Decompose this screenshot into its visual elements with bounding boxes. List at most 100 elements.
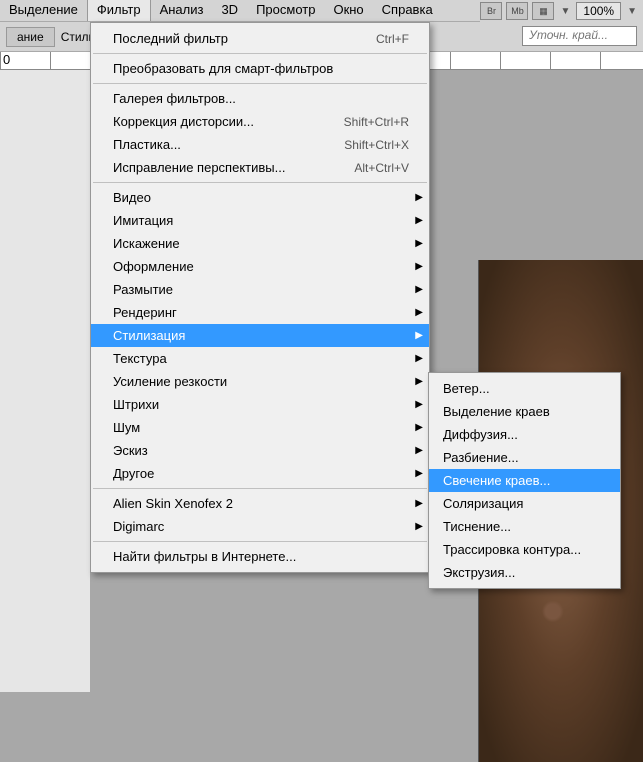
chevron-down-icon[interactable]: ▼: [558, 6, 572, 17]
menuitem-label: Digimarc: [113, 519, 164, 534]
menu-3d[interactable]: 3D: [212, 0, 247, 21]
ruler-tick: [500, 52, 550, 69]
submenu-arrow-icon: ▶: [415, 422, 423, 433]
menuitem-pixelate[interactable]: Оформление ▶: [91, 255, 429, 278]
menuitem-label: Alien Skin Xenofex 2: [113, 496, 233, 511]
submenuitem-tiles[interactable]: Разбиение...: [429, 446, 620, 469]
submenu-arrow-icon: ▶: [415, 215, 423, 226]
submenuitem-wind[interactable]: Ветер...: [429, 377, 620, 400]
submenuitem-find-edges[interactable]: Выделение краев: [429, 400, 620, 423]
menuitem-label: Штрихи: [113, 397, 159, 412]
submenu-arrow-icon: ▶: [415, 192, 423, 203]
menuitem-label: Шум: [113, 420, 140, 435]
menuitem-sketch[interactable]: Эскиз ▶: [91, 439, 429, 462]
submenu-arrow-icon: ▶: [415, 498, 423, 509]
menuitem-label: Галерея фильтров...: [113, 91, 236, 106]
filter-dropdown: Последний фильтр Ctrl+F Преобразовать дл…: [90, 22, 430, 573]
stylize-submenu: Ветер... Выделение краев Диффузия... Раз…: [428, 372, 621, 589]
mb-icon[interactable]: Mb: [506, 2, 528, 20]
separator: [93, 83, 427, 84]
ruler-tick: [550, 52, 600, 69]
zoom-level[interactable]: 100%: [576, 2, 621, 20]
menuitem-render[interactable]: Рендеринг ▶: [91, 301, 429, 324]
menu-analysis[interactable]: Анализ: [151, 0, 213, 21]
submenu-arrow-icon: ▶: [415, 399, 423, 410]
bridge-icon[interactable]: Br: [480, 2, 502, 20]
menuitem-label: Пластика...: [113, 137, 181, 152]
menu-help[interactable]: Справка: [373, 0, 442, 21]
menuitem-label: Размытие: [113, 282, 173, 297]
menuitem-lens-correction[interactable]: Коррекция дисторсии... Shift+Ctrl+R: [91, 110, 429, 133]
menuitem-label: Видео: [113, 190, 151, 205]
menuitem-shortcut: Ctrl+F: [376, 32, 409, 46]
refine-edge-input[interactable]: Уточн. край...: [522, 26, 637, 46]
menuitem-shortcut: Shift+Ctrl+X: [344, 138, 409, 152]
menuitem-distort[interactable]: Искажение ▶: [91, 232, 429, 255]
ruler-tick: 0: [0, 52, 50, 69]
menuitem-label: Усиление резкости: [113, 374, 227, 389]
menuitem-label: Имитация: [113, 213, 173, 228]
separator: [93, 541, 427, 542]
menuitem-shortcut: Alt+Ctrl+V: [354, 161, 409, 175]
ruler-tick: [600, 52, 643, 69]
document-background: [0, 70, 90, 692]
submenuitem-extrude[interactable]: Экструзия...: [429, 561, 620, 584]
submenu-arrow-icon: ▶: [415, 330, 423, 341]
menuitem-filter-gallery[interactable]: Галерея фильтров...: [91, 87, 429, 110]
menuitem-label: Стилизация: [113, 328, 185, 343]
screen-mode-icon[interactable]: ▦: [532, 2, 554, 20]
menuitem-label: Искажение: [113, 236, 180, 251]
zoom-chevron-icon[interactable]: ▼: [625, 6, 639, 17]
menu-filter[interactable]: Фильтр: [87, 0, 151, 21]
submenu-arrow-icon: ▶: [415, 284, 423, 295]
menuitem-artistic[interactable]: Имитация ▶: [91, 209, 429, 232]
menuitem-label: Исправление перспективы...: [113, 160, 285, 175]
menuitem-xenofex[interactable]: Alien Skin Xenofex 2 ▶: [91, 492, 429, 515]
menuitem-label: Другое: [113, 466, 154, 481]
tool-tab[interactable]: ание: [6, 27, 55, 47]
submenuitem-emboss[interactable]: Тиснение...: [429, 515, 620, 538]
menuitem-convert-smart[interactable]: Преобразовать для смарт-фильтров: [91, 57, 429, 80]
menuitem-noise[interactable]: Шум ▶: [91, 416, 429, 439]
submenu-arrow-icon: ▶: [415, 238, 423, 249]
submenu-arrow-icon: ▶: [415, 353, 423, 364]
menuitem-browse-online[interactable]: Найти фильтры в Интернете...: [91, 545, 429, 568]
submenu-arrow-icon: ▶: [415, 521, 423, 532]
ruler-tick: [450, 52, 500, 69]
menu-view[interactable]: Просмотр: [247, 0, 324, 21]
menuitem-label: Найти фильтры в Интернете...: [113, 549, 296, 564]
toolbar-right: Br Mb ▦ ▼ 100% ▼: [480, 0, 643, 22]
menuitem-label: Последний фильтр: [113, 31, 228, 46]
submenuitem-solarize[interactable]: Соляризация: [429, 492, 620, 515]
menuitem-label: Текстура: [113, 351, 167, 366]
submenu-arrow-icon: ▶: [415, 307, 423, 318]
menuitem-texture[interactable]: Текстура ▶: [91, 347, 429, 370]
menuitem-digimarc[interactable]: Digimarc ▶: [91, 515, 429, 538]
menuitem-label: Рендеринг: [113, 305, 177, 320]
menuitem-liquify[interactable]: Пластика... Shift+Ctrl+X: [91, 133, 429, 156]
menuitem-label: Преобразовать для смарт-фильтров: [113, 61, 333, 76]
menuitem-blur[interactable]: Размытие ▶: [91, 278, 429, 301]
submenuitem-glowing-edges[interactable]: Свечение краев...: [429, 469, 620, 492]
submenu-arrow-icon: ▶: [415, 376, 423, 387]
separator: [93, 488, 427, 489]
submenu-arrow-icon: ▶: [415, 445, 423, 456]
menuitem-vanishing-point[interactable]: Исправление перспективы... Alt+Ctrl+V: [91, 156, 429, 179]
separator: [93, 182, 427, 183]
submenu-arrow-icon: ▶: [415, 261, 423, 272]
menuitem-shortcut: Shift+Ctrl+R: [344, 115, 409, 129]
menuitem-label: Эскиз: [113, 443, 148, 458]
submenu-arrow-icon: ▶: [415, 468, 423, 479]
submenuitem-trace-contour[interactable]: Трассировка контура...: [429, 538, 620, 561]
menuitem-sharpen[interactable]: Усиление резкости ▶: [91, 370, 429, 393]
menuitem-stylize[interactable]: Стилизация ▶: [91, 324, 429, 347]
menuitem-label: Коррекция дисторсии...: [113, 114, 254, 129]
menuitem-last-filter[interactable]: Последний фильтр Ctrl+F: [91, 27, 429, 50]
menu-selection[interactable]: Выделение: [0, 0, 87, 21]
menuitem-other[interactable]: Другое ▶: [91, 462, 429, 485]
menuitem-video[interactable]: Видео ▶: [91, 186, 429, 209]
submenuitem-diffuse[interactable]: Диффузия...: [429, 423, 620, 446]
menu-window[interactable]: Окно: [324, 0, 372, 21]
menuitem-brush-strokes[interactable]: Штрихи ▶: [91, 393, 429, 416]
menuitem-label: Оформление: [113, 259, 194, 274]
